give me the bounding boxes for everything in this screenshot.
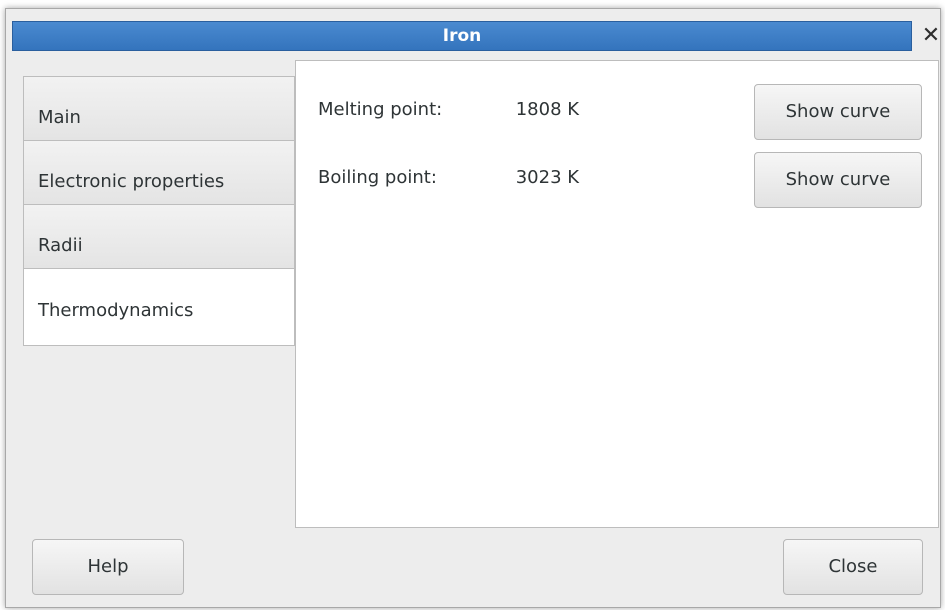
melting-point-row: Melting point: 1808 K xyxy=(318,99,579,120)
show-boiling-curve-button[interactable]: Show curve xyxy=(754,152,922,208)
melting-point-label: Melting point: xyxy=(318,99,443,120)
tab-list: Main Electronic properties Radii Thermod… xyxy=(23,76,295,346)
dialog-window: Iron ✕ Main Electronic properties Radii … xyxy=(5,8,941,608)
window-title: Iron xyxy=(442,26,482,46)
titlebar[interactable]: Iron xyxy=(12,21,912,51)
tab-label: Thermodynamics xyxy=(38,300,194,321)
tab-radii[interactable]: Radii xyxy=(23,204,295,268)
help-button[interactable]: Help xyxy=(32,539,184,595)
tab-label: Main xyxy=(38,107,81,128)
close-icon[interactable]: ✕ xyxy=(918,23,940,49)
tab-thermodynamics[interactable]: Thermodynamics xyxy=(23,268,295,346)
thermodynamics-panel: Melting point: 1808 K Show curve Boiling… xyxy=(295,60,939,528)
melting-point-value: 1808 K xyxy=(515,99,580,120)
tab-main[interactable]: Main xyxy=(23,76,295,140)
show-melting-curve-button[interactable]: Show curve xyxy=(754,84,922,140)
boiling-point-label: Boiling point: xyxy=(318,167,437,188)
tab-label: Electronic properties xyxy=(38,171,225,192)
tab-electronic-properties[interactable]: Electronic properties xyxy=(23,140,295,204)
boiling-point-row: Boiling point: 3023 K xyxy=(318,167,579,188)
close-button[interactable]: Close xyxy=(783,539,923,595)
tab-label: Radii xyxy=(38,235,83,256)
boiling-point-value: 3023 K xyxy=(515,167,580,188)
